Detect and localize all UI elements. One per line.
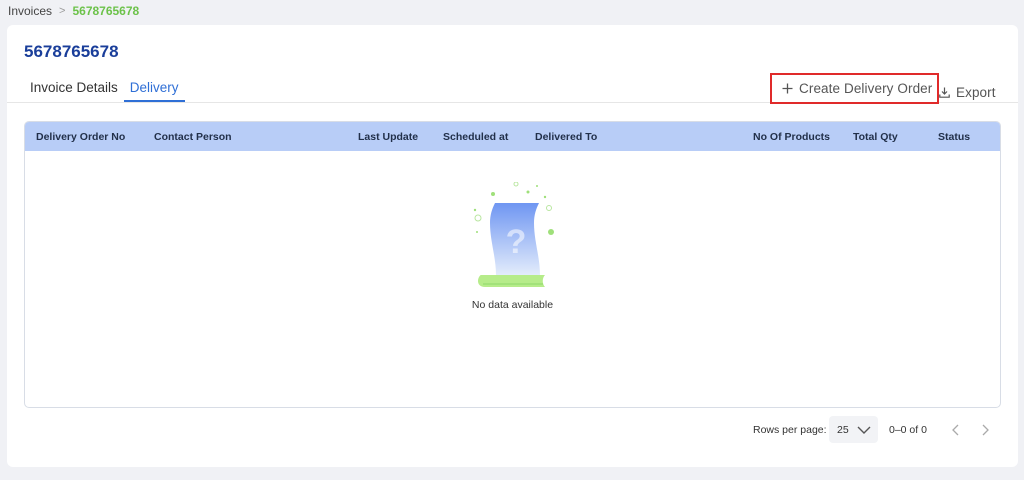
column-header-delivery-order-no[interactable]: Delivery Order No xyxy=(36,131,125,143)
column-header-no-of-products[interactable]: No Of Products xyxy=(753,131,830,143)
breadcrumb-invoices-link[interactable]: Invoices xyxy=(8,4,52,18)
create-delivery-order-button[interactable]: Create Delivery Order xyxy=(770,73,940,104)
tab-bar: Invoice Details Delivery xyxy=(24,75,185,102)
chevron-down-icon xyxy=(857,426,871,434)
empty-scroll-illustration: ? xyxy=(473,182,554,287)
column-header-total-qty[interactable]: Total Qty xyxy=(853,131,898,143)
pagination-range: 0–0 of 0 xyxy=(889,424,927,436)
tab-delivery[interactable]: Delivery xyxy=(123,75,185,102)
rows-per-page-select[interactable]: 25 xyxy=(829,416,878,443)
invoice-card: 5678765678 Invoice Details Delivery Crea… xyxy=(7,25,1018,467)
chevron-right-icon xyxy=(982,424,989,436)
breadcrumb: Invoices > 5678765678 xyxy=(8,4,139,18)
table-header: Delivery Order No Contact Person Last Up… xyxy=(25,122,1000,151)
export-label: Export xyxy=(956,84,996,100)
chevron-left-icon xyxy=(952,424,959,436)
plus-icon xyxy=(782,83,793,94)
column-header-status[interactable]: Status xyxy=(938,131,970,143)
column-header-contact-person[interactable]: Contact Person xyxy=(154,131,232,143)
delivery-table: Delivery Order No Contact Person Last Up… xyxy=(24,121,1001,408)
next-page-button[interactable] xyxy=(976,417,994,443)
svg-text:?: ? xyxy=(505,223,526,261)
column-header-scheduled-at[interactable]: Scheduled at xyxy=(443,131,508,143)
rows-per-page-label: Rows per page: xyxy=(753,424,827,436)
empty-state: ? No data available xyxy=(25,182,1000,311)
download-icon xyxy=(939,87,950,98)
page-title: 5678765678 xyxy=(24,42,119,61)
empty-state-text: No data available xyxy=(471,299,554,311)
chevron-right-icon: > xyxy=(59,5,66,17)
column-header-delivered-to[interactable]: Delivered To xyxy=(535,131,597,143)
rows-per-page-value: 25 xyxy=(837,423,849,436)
export-button[interactable]: Export xyxy=(939,82,996,102)
tab-invoice-details[interactable]: Invoice Details xyxy=(24,75,124,102)
previous-page-button[interactable] xyxy=(947,417,965,443)
breadcrumb-current: 5678765678 xyxy=(72,4,140,18)
column-header-last-update[interactable]: Last Update xyxy=(358,131,418,143)
create-delivery-order-label: Create Delivery Order xyxy=(799,81,933,96)
